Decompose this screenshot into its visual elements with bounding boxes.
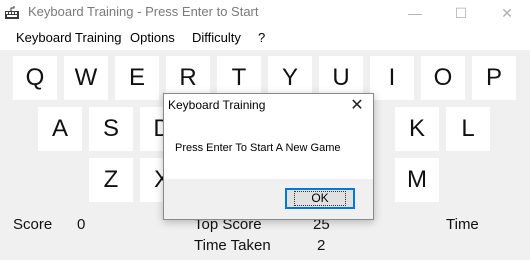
key-q[interactable]: Q — [13, 56, 57, 100]
key-p[interactable]: P — [472, 56, 516, 100]
time-label: Time — [446, 216, 479, 233]
key-o[interactable]: O — [421, 56, 465, 100]
ok-button[interactable]: OK — [285, 188, 355, 209]
dialog-title: Keyboard Training — [168, 98, 266, 112]
menu-help[interactable]: ? — [258, 30, 265, 45]
dialog-close-icon[interactable]: ✕ — [347, 95, 367, 115]
title-bar: Keyboard Training - Press Enter to Start… — [0, 0, 530, 26]
key-a[interactable]: A — [38, 107, 82, 151]
time-taken-label: Time Taken — [194, 237, 271, 254]
dialog-message: Press Enter To Start A New Game — [175, 142, 341, 154]
score-value: 0 — [77, 216, 86, 233]
minimize-button[interactable]: — — [392, 0, 438, 26]
score-label: Score — [13, 216, 53, 233]
time-taken-value: 2 — [317, 237, 326, 254]
key-i[interactable]: I — [370, 56, 414, 100]
key-w[interactable]: W — [64, 56, 108, 100]
ok-button-label: OK — [294, 191, 346, 206]
menu-difficulty[interactable]: Difficulty — [192, 30, 241, 45]
start-game-dialog: Keyboard Training ✕ Press Enter To Start… — [163, 93, 374, 220]
close-button[interactable]: ✕ — [484, 0, 530, 26]
key-k[interactable]: K — [395, 107, 439, 151]
maximize-button[interactable]: ☐ — [438, 0, 484, 26]
menu-options[interactable]: Options — [130, 30, 175, 45]
key-z[interactable]: Z — [89, 158, 133, 202]
dialog-footer: OK — [164, 179, 373, 219]
app-keyboard-icon — [4, 6, 20, 20]
key-e[interactable]: E — [115, 56, 159, 100]
key-l[interactable]: L — [446, 107, 490, 151]
menu-bar: Keyboard Training Options Difficulty ? — [0, 26, 530, 50]
key-s[interactable]: S — [89, 107, 133, 151]
key-m[interactable]: M — [395, 158, 439, 202]
menu-keyboard-training[interactable]: Keyboard Training — [16, 30, 122, 45]
window-title: Keyboard Training - Press Enter to Start — [28, 4, 259, 19]
